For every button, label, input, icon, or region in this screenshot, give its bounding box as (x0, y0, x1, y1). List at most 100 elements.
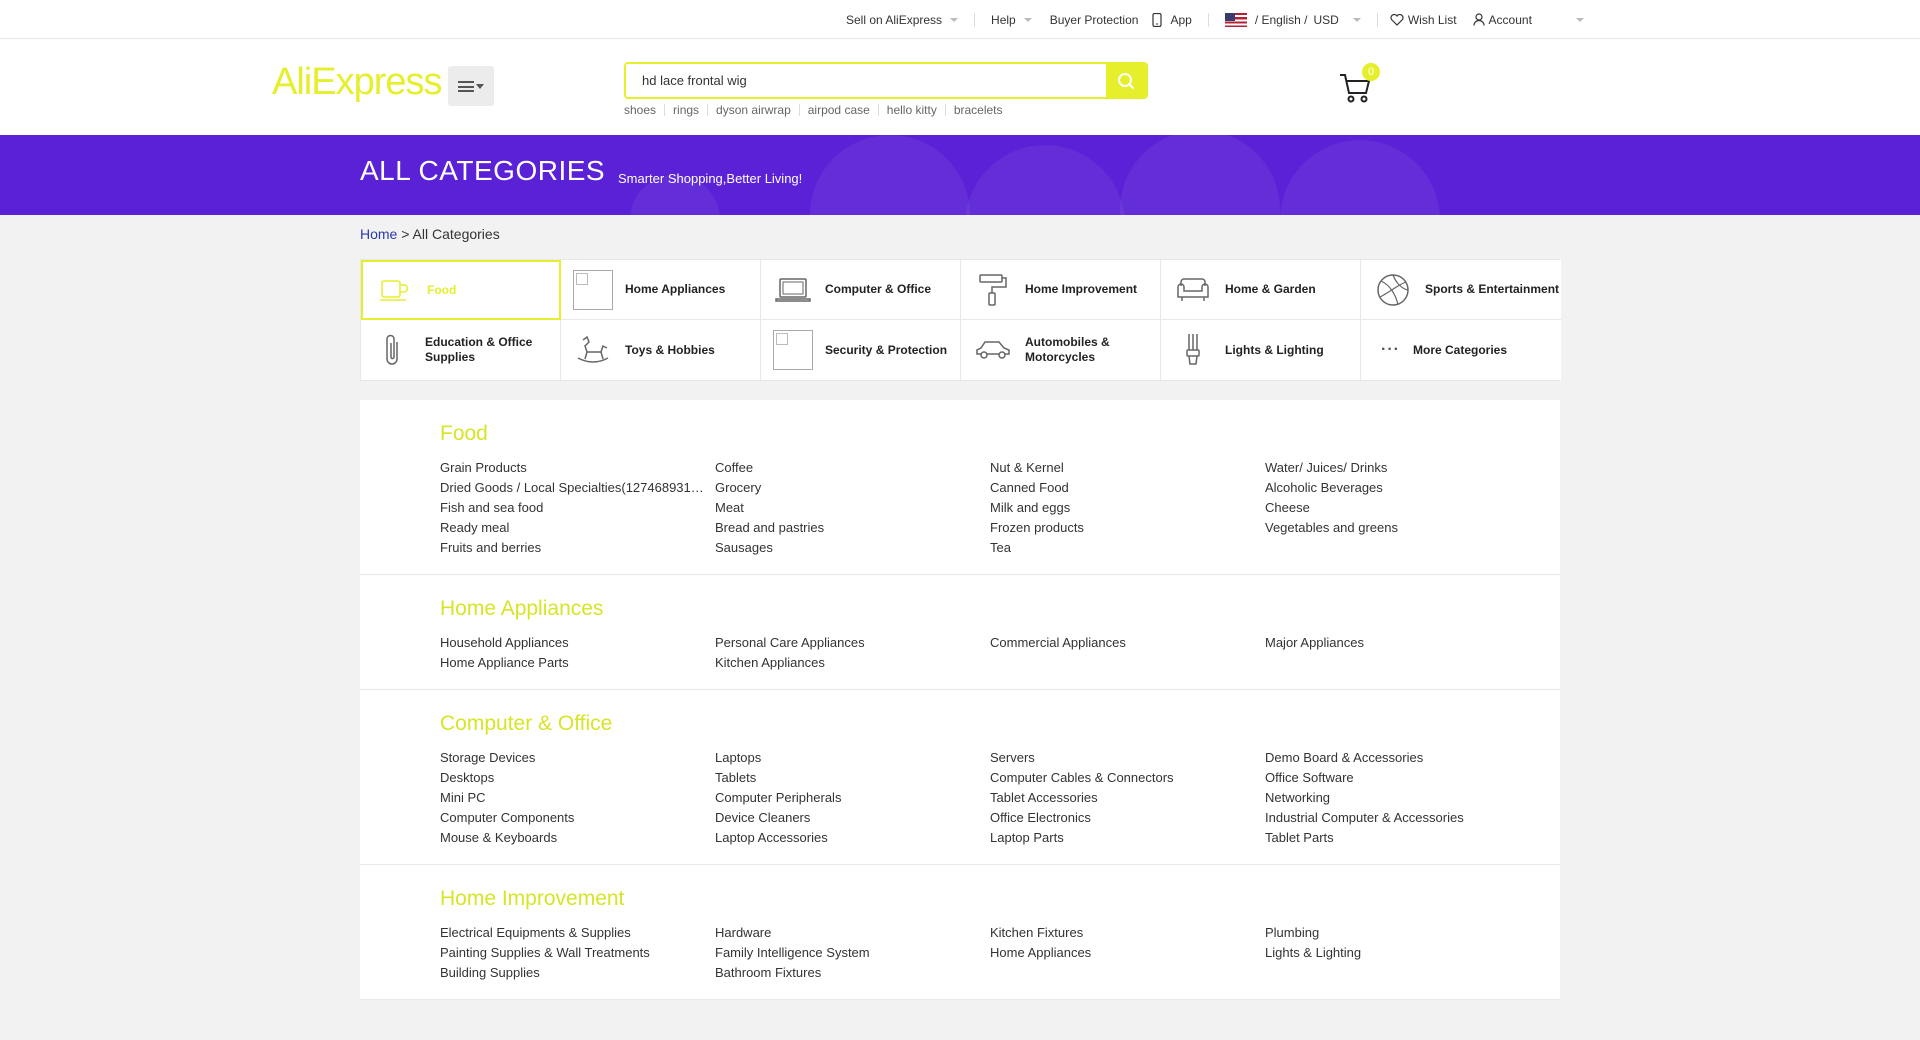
subcategory-link[interactable]: Networking (1265, 790, 1540, 806)
subcategory-link[interactable]: Fish and sea food (440, 500, 715, 516)
category-tile-more-categories[interactable]: ··· More Categories (1361, 320, 1561, 380)
subcategory-link[interactable]: Fruits and berries (440, 540, 715, 556)
subcategory-link[interactable]: Milk and eggs (990, 500, 1265, 516)
category-tile-automobiles-motorcycles[interactable]: Automobiles & Motorcycles (961, 320, 1161, 380)
category-tile-lights-lighting[interactable]: Lights & Lighting (1161, 320, 1361, 380)
hot-search-link[interactable]: rings (664, 104, 707, 116)
subcategory-link[interactable] (990, 965, 1265, 981)
category-menu-button[interactable] (448, 66, 494, 106)
subcategory-link[interactable]: Dried Goods / Local Specialties(12746893… (440, 480, 715, 496)
help-link[interactable]: Help (991, 13, 1032, 27)
sell-on-aliexpress-link[interactable]: Sell on AliExpress (846, 13, 959, 27)
search-input[interactable] (626, 64, 1106, 97)
language-currency-selector[interactable]: / English / USD (1224, 12, 1361, 27)
subcategory-link[interactable]: Office Electronics (990, 810, 1265, 826)
category-tile-toys-hobbies[interactable]: Toys & Hobbies (561, 320, 761, 380)
aliexpress-logo[interactable]: AliExpress (272, 61, 442, 104)
page-subtitle: Smarter Shopping,Better Living! (618, 171, 803, 186)
subcategory-link[interactable]: Family Intelligence System (715, 945, 990, 961)
subcategory-link[interactable] (990, 655, 1265, 671)
section-title[interactable]: Home Appliances (440, 597, 1560, 621)
subcategory-link[interactable]: Laptop Accessories (715, 830, 990, 846)
subcategory-link[interactable]: Home Appliance Parts (440, 655, 715, 671)
subcategory-link[interactable]: Personal Care Appliances (715, 635, 990, 651)
account-menu[interactable]: Account (1472, 13, 1584, 27)
app-link[interactable]: App (1152, 12, 1192, 27)
subcategory-link[interactable]: Plumbing (1265, 925, 1540, 941)
subcategory-link[interactable]: Household Appliances (440, 635, 715, 651)
subcategory-link[interactable]: Nut & Kernel (990, 460, 1265, 476)
subcategory-link[interactable]: Electrical Equipments & Supplies (440, 925, 715, 941)
subcategory-link[interactable]: Laptop Parts (990, 830, 1265, 846)
category-tile-security-protection[interactable]: Security & Protection (761, 320, 961, 380)
search-button[interactable] (1106, 64, 1146, 97)
hot-search-link[interactable]: bracelets (944, 104, 1011, 116)
subcategory-link[interactable]: Hardware (715, 925, 990, 941)
subcategory-link[interactable]: Desktops (440, 770, 715, 786)
category-tile-home-garden[interactable]: Home & Garden (1161, 260, 1361, 320)
subcategory-link[interactable]: Meat (715, 500, 990, 516)
subcategory-link[interactable]: Grocery (715, 480, 990, 496)
breadcrumb-home-link[interactable]: Home (360, 226, 397, 242)
category-tile-food[interactable]: Food (361, 260, 561, 320)
subcategory-link[interactable]: Frozen products (990, 520, 1265, 536)
subcategory-link[interactable]: Home Appliances (990, 945, 1265, 961)
hot-search-link[interactable]: shoes (624, 104, 664, 116)
subcategory-link[interactable]: Computer Peripherals (715, 790, 990, 806)
subcategory-link[interactable]: Computer Components (440, 810, 715, 826)
hot-search-link[interactable]: dyson airwrap (707, 104, 799, 116)
subcategory-link[interactable]: Tablet Parts (1265, 830, 1540, 846)
subcategory-link[interactable] (1265, 965, 1540, 981)
buyer-protection-link[interactable]: Buyer Protection (1050, 13, 1139, 27)
subcategory-link[interactable]: Device Cleaners (715, 810, 990, 826)
subcategory-link[interactable]: Vegetables and greens (1265, 520, 1540, 536)
subcategory-link[interactable] (1265, 655, 1540, 671)
subcategory-link[interactable]: Major Appliances (1265, 635, 1540, 651)
subcategory-link[interactable]: Building Supplies (440, 965, 715, 981)
category-tile-home-appliances[interactable]: Home Appliances (561, 260, 761, 320)
category-tile-computer-office[interactable]: Computer & Office (761, 260, 961, 320)
subcategory-link[interactable]: Industrial Computer & Accessories (1265, 810, 1540, 826)
subcategory-link[interactable]: Ready meal (440, 520, 715, 536)
subcategory-link[interactable]: Painting Supplies & Wall Treatments (440, 945, 715, 961)
subcategory-link[interactable]: Bread and pastries (715, 520, 990, 536)
subcategory-link[interactable]: Bathroom Fixtures (715, 965, 990, 981)
phone-icon (1152, 12, 1163, 27)
subcategory-link[interactable]: Office Software (1265, 770, 1540, 786)
subcategory-link[interactable]: Grain Products (440, 460, 715, 476)
category-tile-home-improvement[interactable]: Home Improvement (961, 260, 1161, 320)
hot-search-link[interactable]: airpod case (798, 104, 878, 116)
subcategory-link[interactable]: Tablets (715, 770, 990, 786)
subcategory-link[interactable]: Cheese (1265, 500, 1540, 516)
subcategory-link[interactable]: Computer Cables & Connectors (990, 770, 1265, 786)
subcategory-link[interactable] (1265, 540, 1540, 556)
category-tile-education-office[interactable]: Education & Office Supplies (361, 320, 561, 380)
wish-list-link[interactable]: Wish List (1390, 13, 1457, 27)
subcategory-link[interactable]: Mouse & Keyboards (440, 830, 715, 846)
subcategory-link[interactable]: Lights & Lighting (1265, 945, 1540, 961)
chevron-down-icon (1023, 17, 1032, 22)
subcategory-link[interactable]: Kitchen Appliances (715, 655, 990, 671)
section-title[interactable]: Home Improvement (440, 887, 1560, 911)
subcategory-link[interactable]: Servers (990, 750, 1265, 766)
subcategory-link[interactable]: Kitchen Fixtures (990, 925, 1265, 941)
category-label: Automobiles & Motorcycles (1025, 335, 1110, 364)
subcategory-link[interactable]: Tea (990, 540, 1265, 556)
section-title[interactable]: Food (440, 422, 1560, 446)
subcategory-link[interactable]: Laptops (715, 750, 990, 766)
subcategory-link[interactable]: Demo Board & Accessories (1265, 750, 1540, 766)
subcategory-link[interactable]: Canned Food (990, 480, 1265, 496)
subcategory-link[interactable]: Tablet Accessories (990, 790, 1265, 806)
subcategory-link[interactable]: Coffee (715, 460, 990, 476)
section-title[interactable]: Computer & Office (440, 712, 1560, 736)
subcategory-link[interactable]: Sausages (715, 540, 990, 556)
subcategory-link[interactable]: Mini PC (440, 790, 715, 806)
cart-button[interactable]: 0 (1338, 63, 1380, 103)
hot-search-link[interactable]: hello kitty (877, 104, 945, 116)
category-tile-sports-entertainment[interactable]: Sports & Entertainment (1361, 260, 1561, 320)
subcategory-link[interactable]: Water/ Juices/ Drinks (1265, 460, 1540, 476)
help-label: Help (991, 12, 1016, 27)
subcategory-link[interactable]: Commercial Appliances (990, 635, 1265, 651)
subcategory-link[interactable]: Storage Devices (440, 750, 715, 766)
subcategory-link[interactable]: Alcoholic Beverages (1265, 480, 1540, 496)
